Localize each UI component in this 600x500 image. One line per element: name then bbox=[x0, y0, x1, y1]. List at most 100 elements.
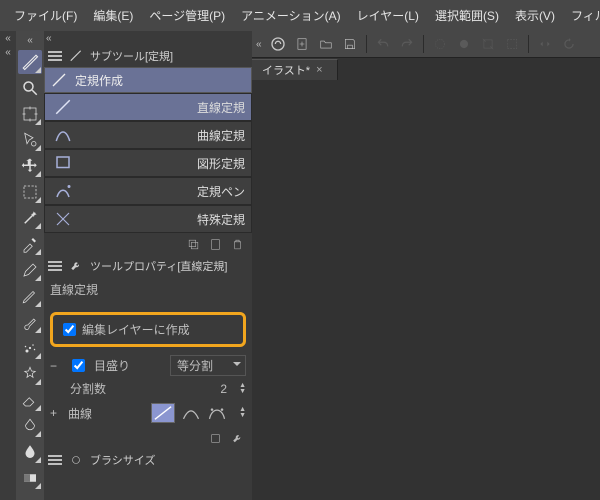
division-value: 2 bbox=[220, 382, 227, 396]
panel-column: « サブツール[定規] 定規作成 直線定規 曲線定規 図形定規 定規ペン bbox=[44, 31, 252, 500]
tool-wand[interactable] bbox=[18, 206, 42, 230]
wrench-icon bbox=[68, 258, 84, 274]
expand-icon[interactable]: − bbox=[50, 359, 62, 373]
curve-mode-more[interactable]: ▲▼ bbox=[239, 407, 246, 419]
tool-pencil[interactable] bbox=[18, 284, 42, 308]
expand-icon[interactable]: + bbox=[50, 406, 62, 420]
collapse-chevron-icon[interactable]: « bbox=[27, 35, 33, 49]
document-tab[interactable]: イラスト* × bbox=[252, 59, 338, 80]
flip-h-icon[interactable] bbox=[535, 34, 555, 54]
toolprop-heading: 直線定規 bbox=[44, 277, 252, 302]
curve-mode-straight[interactable] bbox=[151, 403, 175, 423]
close-icon[interactable]: × bbox=[316, 64, 322, 76]
tool-marquee[interactable] bbox=[18, 180, 42, 204]
collapse-chevron-icon[interactable]: « bbox=[46, 33, 52, 44]
canvas[interactable] bbox=[252, 80, 600, 500]
tool-fill[interactable] bbox=[18, 440, 42, 464]
collapse-chevron-icon[interactable]: « bbox=[256, 39, 264, 50]
tool-move-layer[interactable] bbox=[18, 154, 42, 178]
tool-magnifier[interactable] bbox=[18, 76, 42, 100]
subtool-group[interactable]: 定規作成 bbox=[44, 67, 252, 93]
scale-label: 目盛り bbox=[94, 357, 130, 374]
division-stepper[interactable]: ▲▼ bbox=[239, 383, 246, 395]
highlight-edit-layer-option: 編集レイヤーに作成 bbox=[50, 312, 246, 347]
subtool-item-curve[interactable]: 曲線定規 bbox=[44, 121, 252, 149]
tool-airbrush[interactable] bbox=[18, 336, 42, 360]
collapse-chevron-icon[interactable]: « bbox=[0, 45, 16, 59]
menu-icon[interactable] bbox=[48, 261, 62, 271]
subtool-item-label: 定規ペン bbox=[197, 183, 245, 200]
subtool-item-special[interactable]: 特殊定規 bbox=[44, 205, 252, 233]
new-icon[interactable] bbox=[208, 237, 222, 251]
tool-eraser[interactable] bbox=[18, 388, 42, 412]
collapse-chevron-icon[interactable]: « bbox=[0, 31, 16, 45]
menu-filter[interactable]: フィルター(I) bbox=[565, 3, 600, 28]
ruler-create-icon bbox=[49, 70, 69, 90]
toolprop-panel-header[interactable]: ツールプロパティ[直線定規] bbox=[44, 255, 252, 277]
rotate-icon[interactable] bbox=[559, 34, 579, 54]
menu-select[interactable]: 選択範囲(S) bbox=[429, 3, 505, 28]
scale-field: − 目盛り 等分割 bbox=[44, 353, 252, 378]
menu-layer[interactable]: レイヤー(L) bbox=[351, 3, 425, 28]
menu-page[interactable]: ページ管理(P) bbox=[143, 3, 231, 28]
menu-anim[interactable]: アニメーション(A) bbox=[235, 3, 347, 28]
subtool-item-figure[interactable]: 図形定規 bbox=[44, 149, 252, 177]
tool-operation[interactable] bbox=[18, 128, 42, 152]
scale-mode-select[interactable]: 等分割 bbox=[170, 355, 246, 376]
subtool-item-straight[interactable]: 直線定規 bbox=[44, 93, 252, 121]
edit-layer-checkbox[interactable] bbox=[63, 323, 76, 336]
toolprop-panel-title: ツールプロパティ[直線定規] bbox=[90, 258, 227, 274]
left-collapse-strip: « « bbox=[0, 31, 16, 500]
scale-checkbox[interactable] bbox=[72, 359, 85, 372]
fill-selection-icon[interactable] bbox=[454, 34, 474, 54]
toolprop-footer bbox=[44, 427, 252, 449]
subtool-panel-title: サブツール[定規] bbox=[90, 48, 173, 64]
subtool-footer bbox=[44, 233, 252, 255]
tool-move[interactable] bbox=[18, 102, 42, 126]
figure-ruler-icon bbox=[51, 152, 75, 174]
curve-label: 曲線 bbox=[68, 405, 92, 422]
wrench-icon[interactable] bbox=[230, 431, 244, 445]
document-tab-row: イラスト* × bbox=[252, 58, 600, 80]
clipstudio-icon[interactable] bbox=[268, 34, 288, 54]
subtool-panel-header[interactable]: サブツール[定規] bbox=[44, 45, 252, 67]
scale-icon[interactable] bbox=[478, 34, 498, 54]
reset-icon[interactable] bbox=[208, 431, 222, 445]
tool-eyedropper[interactable] bbox=[18, 232, 42, 256]
command-bar: « bbox=[252, 31, 600, 58]
subtool-group-label: 定規作成 bbox=[75, 72, 123, 89]
curve-mode-bezier[interactable] bbox=[207, 404, 227, 422]
menu-view[interactable]: 表示(V) bbox=[509, 3, 561, 28]
menu-edit[interactable]: 編集(E) bbox=[87, 3, 139, 28]
curve-mode-spline[interactable] bbox=[181, 404, 201, 422]
save-icon[interactable] bbox=[340, 34, 360, 54]
menu-icon[interactable] bbox=[48, 51, 62, 61]
open-folder-icon[interactable] bbox=[316, 34, 336, 54]
curve-field: + 曲線 ▲▼ bbox=[44, 399, 252, 427]
menu-file[interactable]: ファイル(F) bbox=[8, 3, 83, 28]
division-field: 分割数 2 ▲▼ bbox=[44, 378, 252, 399]
undo-icon[interactable] bbox=[373, 34, 393, 54]
brush-panel-header[interactable]: ブラシサイズ bbox=[44, 449, 252, 471]
redo-icon[interactable] bbox=[397, 34, 417, 54]
subtool-item-label: 特殊定規 bbox=[197, 211, 245, 228]
tool-pen[interactable] bbox=[18, 258, 42, 282]
delete-selection-icon[interactable] bbox=[430, 34, 450, 54]
trash-icon[interactable] bbox=[230, 237, 244, 251]
subtool-item-rulerpen[interactable]: 定規ペン bbox=[44, 177, 252, 205]
duplicate-icon[interactable] bbox=[186, 237, 200, 251]
tool-blend[interactable] bbox=[18, 414, 42, 438]
document-tab-label: イラスト* bbox=[262, 62, 310, 78]
tool-palette: « bbox=[16, 31, 44, 500]
special-ruler-icon bbox=[51, 208, 75, 230]
tool-decoration[interactable] bbox=[18, 362, 42, 386]
new-file-icon[interactable] bbox=[292, 34, 312, 54]
ruler-icon bbox=[68, 48, 84, 64]
tool-brush[interactable] bbox=[18, 310, 42, 334]
tool-ruler[interactable] bbox=[18, 50, 42, 74]
straight-ruler-icon bbox=[51, 96, 75, 118]
tool-gradient[interactable] bbox=[18, 466, 42, 490]
crop-icon[interactable] bbox=[502, 34, 522, 54]
menu-icon[interactable] bbox=[48, 455, 62, 465]
subtool-item-label: 直線定規 bbox=[197, 99, 245, 116]
